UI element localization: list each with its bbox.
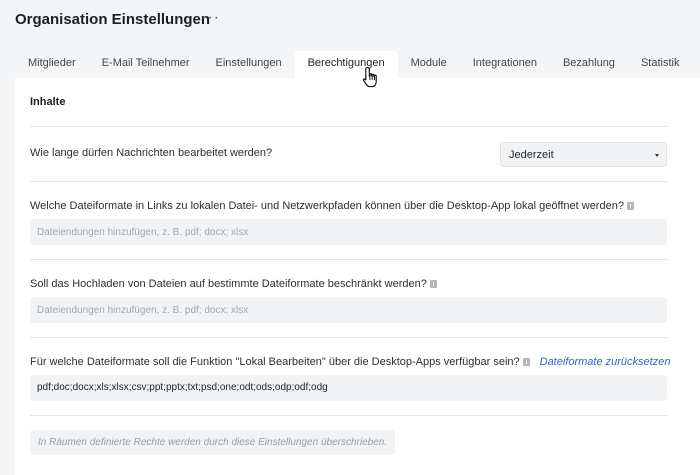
caret-down-icon	[655, 154, 659, 157]
page-header: Organisation Einstellungen ···	[0, 0, 700, 48]
override-note: In Räumen definierte Rechte werden durch…	[30, 430, 396, 455]
page-title: Organisation Einstellungen	[15, 11, 211, 28]
divider	[30, 337, 667, 338]
tab-statistik[interactable]: Statistik	[628, 51, 693, 78]
divider	[30, 259, 667, 260]
local-edit-label: Für welche Dateiformate soll die Funktio…	[30, 356, 670, 368]
info-icon[interactable]	[522, 358, 530, 366]
reset-formats-link[interactable]: Dateiformate zurücksetzen	[540, 356, 671, 368]
local-edit-label-text: Für welche Dateiformate soll die Funktio…	[30, 356, 520, 368]
more-options-icon[interactable]: ···	[201, 9, 220, 27]
permissions-panel: Inhalte Wie lange dürfen Nachrichten bea…	[15, 78, 700, 475]
local-edit-formats-field[interactable]: pdf;doc;docx;xls;xlsx;csv;ppt;pptx;txt;p…	[30, 375, 667, 401]
upload-restriction-label-text: Soll das Hochladen von Dateien auf besti…	[30, 278, 427, 290]
hand-pointer-icon	[362, 66, 377, 88]
tab-einstellungen[interactable]: Einstellungen	[203, 51, 295, 78]
tab-integrationen[interactable]: Integrationen	[460, 51, 550, 78]
edit-duration-select[interactable]: Jederzeit	[500, 142, 667, 167]
upload-restriction-label: Soll das Hochladen von Dateien auf besti…	[30, 278, 437, 290]
local-links-label-text: Welche Dateiformate in Links zu lokalen …	[30, 200, 624, 212]
section-title: Inhalte	[30, 96, 66, 108]
tab-bar: Mitglieder E-Mail Teilnehmer Einstellung…	[15, 51, 692, 78]
upload-restriction-input[interactable]	[30, 297, 667, 323]
local-links-label: Welche Dateiformate in Links zu lokalen …	[30, 200, 634, 212]
tab-bezahlung[interactable]: Bezahlung	[550, 51, 628, 78]
tab-module[interactable]: Module	[398, 51, 460, 78]
local-links-input[interactable]	[30, 219, 667, 245]
edit-duration-label: Wie lange dürfen Nachrichten bearbeitet …	[30, 147, 273, 159]
divider	[30, 415, 667, 416]
tab-email-teilnehmer[interactable]: E-Mail Teilnehmer	[89, 51, 203, 78]
info-icon[interactable]	[429, 280, 437, 288]
info-icon[interactable]	[626, 202, 634, 210]
divider	[30, 181, 667, 182]
divider	[30, 126, 667, 127]
tab-berechtigungen[interactable]: Berechtigungen	[294, 51, 398, 78]
edit-duration-value: Jederzeit	[509, 149, 554, 161]
tab-mitglieder[interactable]: Mitglieder	[15, 51, 89, 78]
